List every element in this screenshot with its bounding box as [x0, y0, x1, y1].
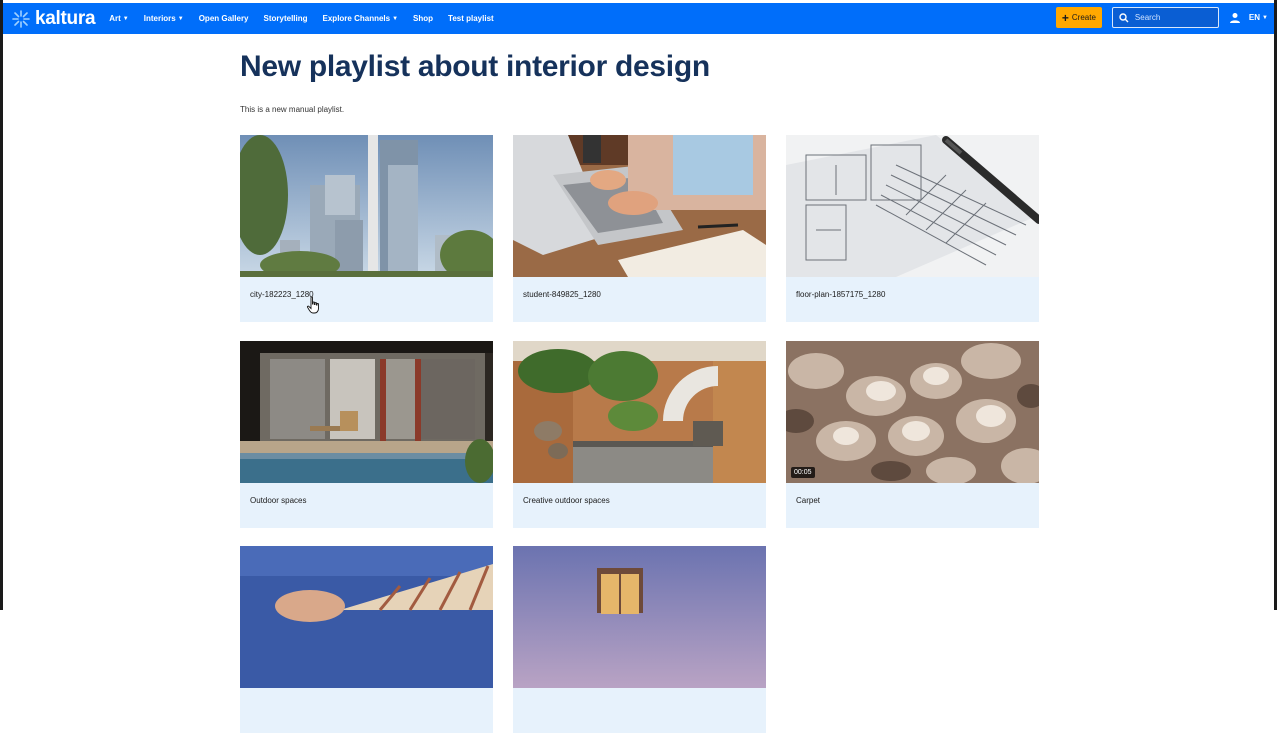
media-title[interactable]: student-849825_1280 [513, 277, 766, 312]
page-title: New playlist about interior design [240, 50, 710, 83]
city-thumbnail-image [240, 135, 493, 277]
user-icon[interactable] [1229, 12, 1241, 24]
student-thumbnail-image [513, 135, 766, 277]
nav-label: Storytelling [263, 14, 308, 23]
media-title[interactable] [240, 688, 493, 714]
language-selector[interactable]: EN ▼ [1249, 13, 1268, 22]
media-thumbnail[interactable] [513, 546, 766, 688]
playlist-header: New playlist about interior design This … [240, 50, 1040, 114]
logo-text: kaltura [35, 7, 96, 29]
media-card[interactable]: student-849825_1280 [513, 135, 766, 322]
outdoor-spaces-thumbnail-image [240, 341, 493, 483]
nav-label: Open Gallery [198, 14, 249, 23]
media-thumbnail[interactable] [240, 546, 493, 688]
nav-item-open-gallery[interactable]: Open Gallery [199, 14, 249, 23]
carpet-thumbnail-image [786, 341, 1039, 483]
media-card[interactable] [240, 546, 493, 733]
media-title[interactable]: Outdoor spaces [240, 483, 493, 518]
media-thumbnail[interactable] [240, 135, 493, 277]
search-input[interactable] [1132, 12, 1217, 23]
nav-label: Art [109, 14, 121, 23]
chevron-down-icon: ▼ [122, 15, 129, 22]
media-card[interactable] [513, 546, 766, 733]
header-tools: + Create EN▼ [1055, 7, 1268, 28]
nav-item-shop[interactable]: Shop [413, 14, 433, 23]
nav-item-art[interactable]: Art ▼ [109, 14, 129, 23]
media-card[interactable]: floor-plan-1857175_1280 [786, 135, 1039, 322]
create-button[interactable]: + Create [1055, 7, 1102, 28]
nav-item-interiors[interactable]: Interiors ▼ [144, 14, 184, 23]
chevron-down-icon: ▼ [177, 15, 184, 22]
media-card[interactable]: city-182223_1280 [240, 135, 493, 322]
kaltura-logo-icon [12, 9, 30, 28]
kaltura-logo[interactable]: kaltura [11, 7, 96, 30]
main-nav: Art ▼ Interiors ▼ Open Gallery Storytellin… [109, 14, 508, 23]
top-navigation-bar: kaltura Art ▼ Interiors ▼ Open Gallery Sto… [3, 3, 1274, 34]
media-thumbnail[interactable] [513, 341, 766, 483]
search-icon [1119, 12, 1129, 22]
create-label: Create [1071, 13, 1096, 22]
house-thumbnail-image [513, 546, 766, 688]
media-title[interactable]: Creative outdoor spaces [513, 483, 766, 518]
chevron-down-icon: ▼ [1262, 14, 1268, 21]
media-card[interactable]: Creative outdoor spaces [513, 341, 766, 528]
hand-pointer-cursor-icon [306, 296, 319, 314]
nav-label: Interiors [143, 14, 176, 23]
plus-icon: + [1061, 10, 1069, 25]
media-card[interactable]: Outdoor spaces [240, 341, 493, 528]
chevron-down-icon: ▼ [392, 15, 399, 22]
media-title[interactable]: city-182223_1280 [240, 277, 493, 312]
creative-outdoor-thumbnail-image [513, 341, 766, 483]
floor-plan-thumbnail-image [786, 135, 1039, 277]
media-thumbnail[interactable] [786, 135, 1039, 277]
playlist-description: This is a new manual playlist. [240, 105, 345, 114]
media-card[interactable]: 00:05 Carpet [786, 341, 1039, 528]
media-thumbnail[interactable]: 00:05 [786, 341, 1039, 483]
nav-label: Shop [413, 14, 434, 23]
media-thumbnail[interactable] [513, 135, 766, 277]
awning-thumbnail-image [240, 546, 493, 688]
nav-item-storytelling[interactable]: Storytelling [264, 14, 308, 23]
search-box[interactable] [1111, 7, 1219, 28]
media-title[interactable]: floor-plan-1857175_1280 [786, 277, 1039, 312]
nav-label: Explore Channels [322, 14, 391, 23]
media-title[interactable]: Carpet [786, 483, 1039, 518]
duration-badge: 00:05 [791, 467, 815, 478]
language-label: EN [1248, 13, 1261, 22]
media-thumbnail[interactable] [240, 341, 493, 483]
nav-item-explore-channels[interactable]: Explore Channels ▼ [323, 14, 399, 23]
media-title[interactable] [513, 688, 766, 714]
nav-item-test-playlist[interactable]: Test playlist [448, 14, 494, 23]
nav-label: Test playlist [448, 14, 494, 23]
